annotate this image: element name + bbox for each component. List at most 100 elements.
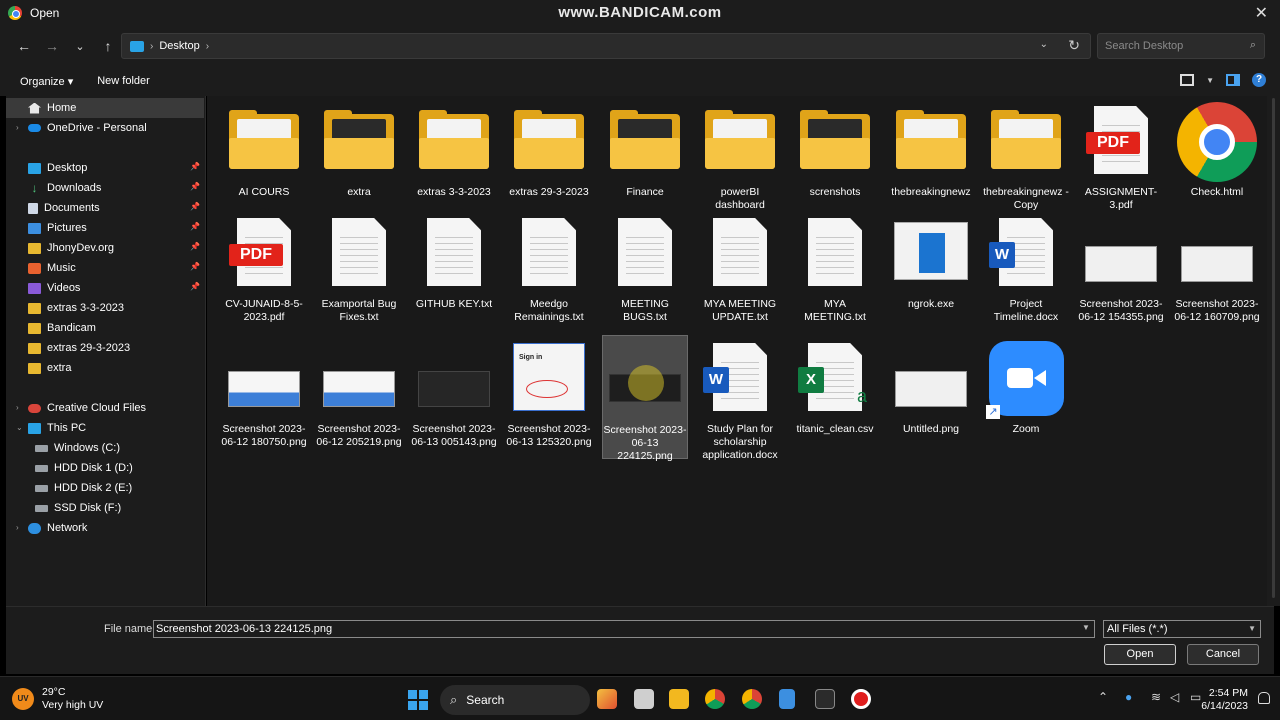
volume-icon[interactable]: ◁ <box>1170 690 1179 704</box>
file-item[interactable]: AI COURS <box>221 102 307 199</box>
view-options-chevron-icon[interactable]: ▼ <box>1206 76 1214 85</box>
sidebar-item-jhonydev-org[interactable]: JhonyDev.org 📌 <box>6 238 204 258</box>
search-box[interactable]: ⌕ <box>1097 33 1265 59</box>
sidebar-item-documents[interactable]: Documents 📌 <box>6 198 204 218</box>
file-item[interactable]: Screenshot 2023-06-12 205219.png <box>316 339 402 449</box>
file-name-input[interactable] <box>153 620 1095 638</box>
taskbar-search[interactable]: ⌕ Search <box>440 685 590 715</box>
file-item[interactable]: Screenshot 2023-06-12 160709.png <box>1174 214 1260 324</box>
file-item[interactable]: Screenshot 2023-06-13 005143.png <box>411 339 497 449</box>
cancel-button[interactable]: Cancel <box>1187 644 1259 665</box>
sidebar-item-music[interactable]: Music 📌 <box>6 258 204 278</box>
forward-button[interactable]: → <box>38 38 66 54</box>
task-view-icon[interactable] <box>634 689 654 709</box>
chevron-right-icon[interactable]: › <box>206 41 209 52</box>
expand-chevron-icon[interactable]: › <box>16 523 19 532</box>
address-dropdown-icon[interactable]: ⌄ <box>1040 39 1048 50</box>
file-item[interactable]: MYA MEETING UPDATE.txt <box>697 214 783 324</box>
file-item[interactable]: MYA MEETING.txt <box>792 214 878 324</box>
sidebar-item-creative-cloud-files[interactable]: Creative Cloud Files <box>6 398 204 418</box>
file-item[interactable]: Screenshot 2023-06-12 180750.png <box>221 339 307 449</box>
file-item[interactable]: PDF ASSIGNMENT-3.pdf <box>1078 102 1164 212</box>
file-item[interactable]: Xa titanic_clean.csv <box>792 339 878 436</box>
sidebar-item-hdd-disk-2-e[interactable]: HDD Disk 2 (E:) <box>6 478 204 498</box>
file-item[interactable]: thebreakingnewz <box>888 102 974 199</box>
weather-widget[interactable]: UV 29°C Very high UV <box>12 686 103 712</box>
recent-locations-button[interactable]: ⌄ <box>66 40 94 53</box>
sidebar-item-videos[interactable]: Videos 📌 <box>6 278 204 298</box>
sidebar-item-extras-3-3-2023[interactable]: extras 3-3-2023 <box>6 298 204 318</box>
sidebar-item-desktop[interactable]: Desktop 📌 <box>6 158 204 178</box>
file-item[interactable]: Untitled.png <box>888 339 974 436</box>
file-item[interactable]: extras 29-3-2023 <box>506 102 592 199</box>
file-item[interactable]: Screenshot 2023-06-12 154355.png <box>1078 214 1164 324</box>
file-item[interactable]: screnshots <box>792 102 878 199</box>
terminal-icon[interactable] <box>815 689 835 709</box>
sidebar-item-windows-c[interactable]: Windows (C:) <box>6 438 204 458</box>
file-item[interactable]: extra <box>316 102 402 199</box>
drive-icon <box>35 504 48 512</box>
file-item[interactable]: ↗ Zoom <box>983 339 1069 436</box>
file-item[interactable]: PDF CV-JUNAID-8-5-2023.pdf <box>221 214 307 324</box>
close-button[interactable]: ✕ <box>1255 3 1268 23</box>
microphone-icon[interactable]: ● <box>1125 690 1132 704</box>
start-button[interactable] <box>408 690 428 710</box>
image-thumbnail-icon <box>1081 214 1161 294</box>
back-button[interactable]: ← <box>10 38 38 54</box>
file-item[interactable]: GITHUB KEY.txt <box>411 214 497 311</box>
file-item[interactable]: Screenshot 2023-06-13 224125.png <box>602 335 688 462</box>
change-view-icon[interactable] <box>1180 74 1195 86</box>
paint-app-icon[interactable] <box>597 689 617 709</box>
organize-menu[interactable]: Organize ▾ <box>20 75 73 88</box>
sidebar-item-pictures[interactable]: Pictures 📌 <box>6 218 204 238</box>
new-folder-button[interactable]: New folder <box>97 75 150 87</box>
file-item[interactable]: Examportal Bug Fixes.txt <box>316 214 402 324</box>
expand-chevron-icon[interactable]: › <box>16 123 19 132</box>
file-item[interactable]: Meedgo Remainings.txt <box>506 214 592 324</box>
wifi-icon[interactable]: ≋ <box>1151 690 1161 704</box>
sidebar-item-hdd-disk-1-d[interactable]: HDD Disk 1 (D:) <box>6 458 204 478</box>
up-button[interactable]: ↑ <box>94 38 122 54</box>
sidebar-item-downloads[interactable]: ↓ Downloads 📌 <box>6 178 204 198</box>
vertical-scrollbar[interactable] <box>1267 96 1280 606</box>
notepad-icon[interactable] <box>779 689 795 709</box>
sidebar-item-ssd-disk-f[interactable]: SSD Disk (F:) <box>6 498 204 518</box>
file-item[interactable]: thebreakingnewz - Copy <box>983 102 1069 212</box>
sidebar-item-onedrive-personal[interactable]: OneDrive - Personal <box>6 118 204 138</box>
system-clock[interactable]: 2:54 PM 6/14/2023 <box>1201 687 1248 713</box>
expand-chevron-icon[interactable]: ⌄ <box>16 423 23 432</box>
sidebar-item-bandicam[interactable]: Bandicam <box>6 318 204 338</box>
file-item[interactable]: MEETING BUGS.txt <box>602 214 688 324</box>
file-type-select[interactable]: All Files (*.*) ▼ <box>1103 620 1261 638</box>
file-item[interactable]: Sign in Screenshot 2023-06-13 125320.png <box>506 339 592 449</box>
file-explorer-icon[interactable] <box>669 689 689 709</box>
battery-icon[interactable]: ▭ <box>1190 690 1201 704</box>
open-button[interactable]: Open <box>1104 644 1176 665</box>
refresh-icon[interactable]: ↻ <box>1068 37 1080 54</box>
file-item[interactable]: powerBI dashboard <box>697 102 783 212</box>
file-item[interactable]: Check.html <box>1174 102 1260 199</box>
file-item[interactable]: ngrok.exe <box>888 214 974 311</box>
expand-chevron-icon[interactable]: › <box>16 403 19 412</box>
file-item[interactable]: W Study Plan for scholarship application.… <box>697 339 783 462</box>
chrome-profile-taskbar-icon[interactable] <box>742 689 762 709</box>
address-bar[interactable]: › Desktop › ⌄ ↻ <box>121 33 1091 59</box>
file-name-dropdown-icon[interactable]: ▼ <box>1082 623 1090 632</box>
show-hidden-icons-chevron[interactable]: ⌃ <box>1098 690 1108 704</box>
search-input[interactable] <box>1098 34 1238 58</box>
notification-bell-icon[interactable] <box>1258 692 1270 704</box>
chrome-taskbar-icon[interactable] <box>705 689 725 709</box>
help-icon[interactable]: ? <box>1252 73 1266 87</box>
file-item[interactable]: extras 3-3-2023 <box>411 102 497 199</box>
bandicam-record-icon[interactable] <box>851 689 871 709</box>
breadcrumb-desktop[interactable]: Desktop <box>159 40 199 52</box>
sidebar-item-network[interactable]: Network <box>6 518 204 538</box>
sidebar-item-extra[interactable]: extra <box>6 358 204 378</box>
file-name-label: ngrok.exe <box>907 298 955 310</box>
sidebar-item-extras-29-3-2023[interactable]: extras 29-3-2023 <box>6 338 204 358</box>
sidebar-item-this-pc[interactable]: This PC <box>6 418 204 438</box>
preview-pane-icon[interactable] <box>1226 74 1240 86</box>
file-item[interactable]: W Project Timeline.docx <box>983 214 1069 324</box>
file-item[interactable]: Finance <box>602 102 688 199</box>
sidebar-item-home[interactable]: Home <box>6 98 204 118</box>
